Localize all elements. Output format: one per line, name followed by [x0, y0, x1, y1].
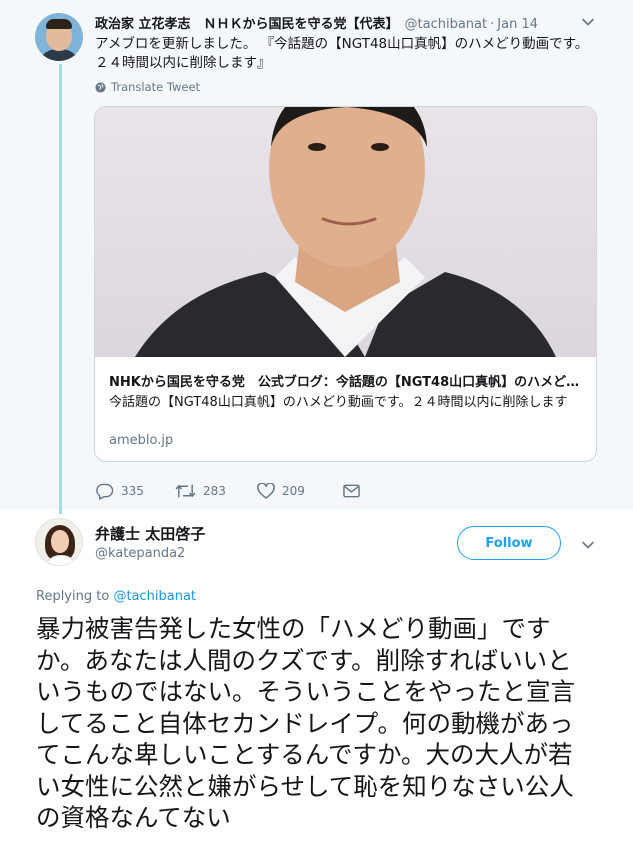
date-separator: · — [490, 17, 495, 32]
globe-icon — [95, 81, 106, 93]
like-icon — [257, 483, 275, 499]
card-portrait — [135, 107, 556, 357]
chevron-down-icon[interactable] — [580, 537, 596, 553]
main-handle[interactable]: @katepanda2 — [95, 546, 185, 561]
retweet-count: 283 — [203, 484, 226, 498]
direct-message-button[interactable] — [343, 484, 360, 498]
translate-tweet-link[interactable]: Translate Tweet — [95, 80, 200, 94]
reply-count: 335 — [121, 484, 144, 498]
parent-handle[interactable]: @tachibanat — [405, 17, 488, 32]
replying-to: Replying to @tachibanat — [36, 589, 196, 604]
reply-icon — [96, 483, 114, 500]
main-tweet-text: 暴力被害告発した女性の「ハメどり動画」ですか。あなたは人間のクズです。削除すれば… — [36, 614, 575, 832]
thread-line — [59, 64, 62, 514]
parent-tweet-actions: 335 283 209 — [95, 481, 360, 501]
card-description: 今話題の【NGT48山口真帆】のハメどり動画です。２４時間以内に削除します — [109, 395, 568, 410]
chevron-down-icon[interactable] — [580, 14, 596, 30]
card-image — [95, 107, 596, 357]
parent-avatar[interactable] — [35, 13, 83, 61]
translate-label: Translate Tweet — [111, 80, 201, 94]
main-avatar[interactable] — [35, 518, 83, 566]
retweet-icon — [175, 484, 196, 498]
follow-button[interactable]: Follow — [457, 526, 561, 560]
parent-tweet-text: アメブロを更新しました。 『今話題の【NGT48山口真帆】のハメどり動画です。２… — [95, 36, 589, 71]
like-count: 209 — [282, 484, 305, 498]
retweet-button[interactable]: 283 — [175, 483, 257, 499]
parent-display-name[interactable]: 政治家 立花孝志 ＮＨＫから国民を守る党【代表】 — [95, 17, 399, 32]
reply-button[interactable]: 335 — [95, 483, 175, 500]
parent-date[interactable]: Jan 14 — [497, 17, 538, 32]
replying-prefix: Replying to — [36, 589, 110, 604]
main-display-name[interactable]: 弁護士 太田啓子 — [95, 523, 205, 544]
parent-tweet[interactable]: 政治家 立花孝志 ＮＨＫから国民を守る党【代表】 @tachibanat · Jan … — [0, 0, 633, 514]
like-button[interactable]: 209 — [257, 483, 343, 499]
card-title: NHKから国民を守る党 公式ブログ：今話題の【NGT48山口真帆】のハメどり動画… — [109, 375, 584, 390]
link-card[interactable]: NHKから国民を守る党 公式ブログ：今話題の【NGT48山口真帆】のハメどり動画… — [94, 106, 597, 462]
replying-to-link[interactable]: @tachibanat — [113, 589, 196, 604]
parent-tweet-header: 政治家 立花孝志 ＮＨＫから国民を守る党【代表】 @tachibanat · Jan … — [95, 13, 538, 32]
direct-message-icon — [343, 484, 360, 498]
card-domain: ameblo.jp — [109, 433, 174, 448]
